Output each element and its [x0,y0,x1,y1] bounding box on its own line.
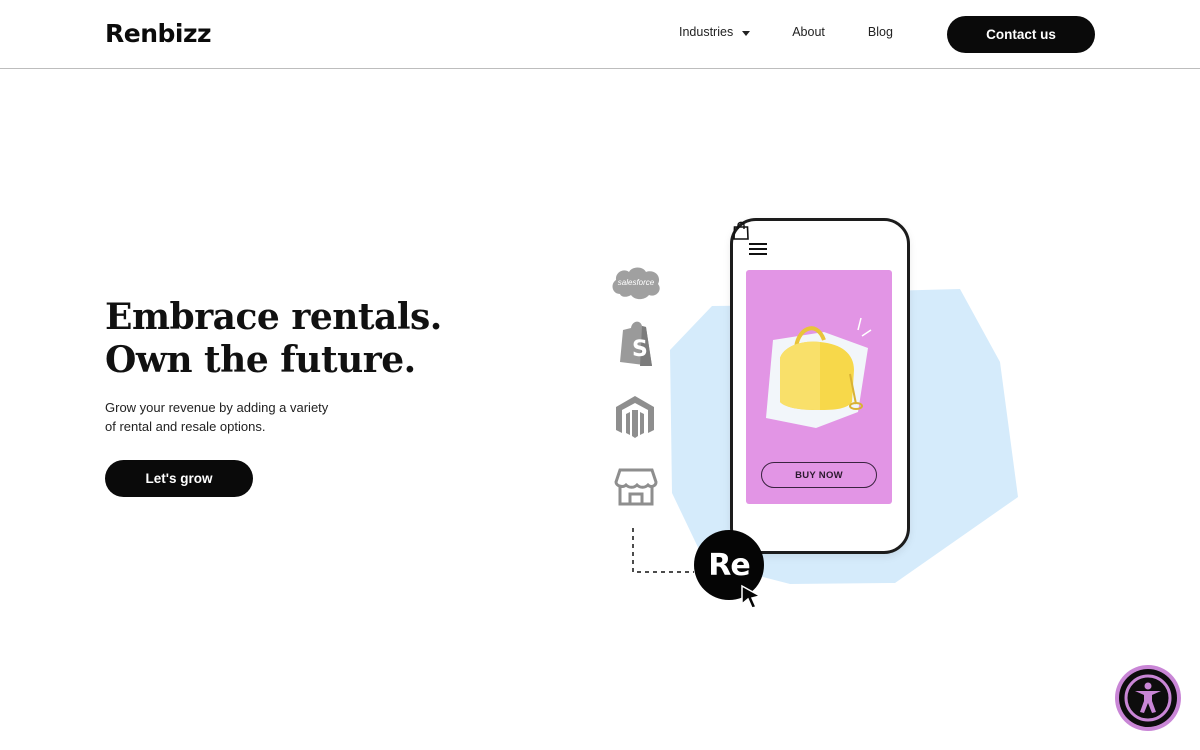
nav-industries[interactable]: Industries [679,25,751,39]
cursor-arrow-icon [741,584,763,609]
nav-industries-label: Industries [679,25,734,39]
magento-icon [616,396,654,438]
hero-title: Embrace rentals. Own the future. [101,286,442,382]
hero-illustration: salesforce S BUY NOW Re [600,210,1030,620]
main-nav: Industries About Blog [679,25,893,39]
chevron-down-icon [742,30,751,36]
accessibility-widget-button[interactable] [1115,665,1181,731]
hero-subtitle: Grow your revenue by adding a variety of… [105,400,329,434]
hero-title-line-2: Own the future. [105,339,416,381]
salesforce-icon: salesforce [612,267,660,300]
buy-now-button[interactable]: BUY NOW [761,462,877,488]
site-header: Renbizz Industries About Blog Contact us [0,0,1200,69]
shopify-icon: S [620,321,652,366]
storefront-icon [614,468,658,506]
lets-grow-button[interactable]: Let's grow [105,460,253,497]
contact-us-button[interactable]: Contact us [947,16,1095,53]
logo[interactable]: Renbizz [105,19,212,48]
shopping-bag-icon[interactable] [733,221,749,240]
hamburger-menu-icon[interactable] [749,243,767,255]
product-screen: BUY NOW [746,270,892,504]
phone-mockup: BUY NOW [730,218,910,554]
salesforce-label: salesforce [618,278,655,287]
svg-text:S: S [632,337,648,362]
hero-title-line-1: Embrace rentals. [101,286,442,339]
nav-blog[interactable]: Blog [868,25,893,39]
nav-about[interactable]: About [792,25,825,39]
accessibility-icon [1124,674,1172,722]
